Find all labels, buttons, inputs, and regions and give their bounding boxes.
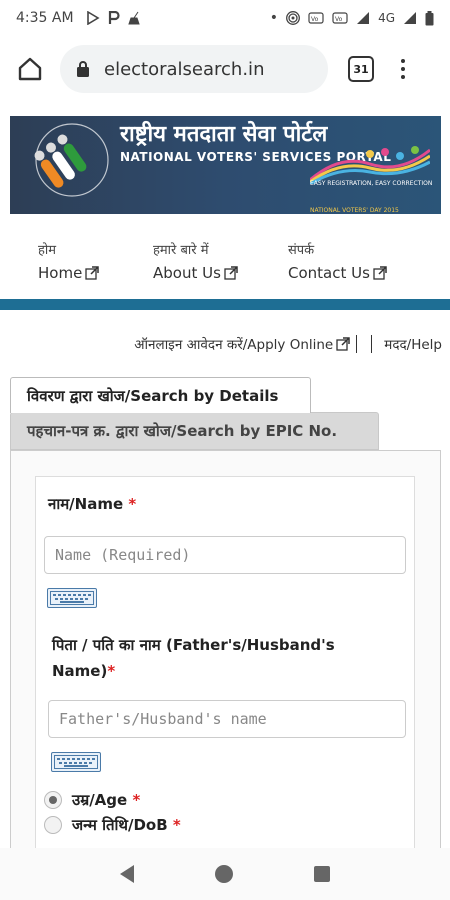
required-mark: *	[128, 495, 137, 513]
signal2-icon	[404, 12, 416, 24]
battery-icon	[425, 10, 434, 25]
name-label: नाम/Name *	[48, 495, 137, 513]
status-time: 4:35 AM	[16, 10, 74, 26]
menu-dot	[401, 67, 405, 71]
menu-dot	[401, 59, 405, 63]
age-option[interactable]: उम्र/Age *	[44, 790, 140, 810]
father-name-input[interactable]	[48, 700, 406, 738]
volte-icon: Vo	[308, 12, 324, 24]
apply-online-label: ऑनलाइन आवेदन करें/Apply Online	[134, 337, 334, 353]
status-notification-icons	[86, 11, 142, 25]
virtual-keyboard-button[interactable]	[51, 752, 101, 772]
nav-about-hindi: हमारे बारे में	[153, 243, 209, 258]
nav-home-label: Home	[38, 264, 83, 282]
status-system-icons: • Vo Vo 4G	[270, 10, 434, 26]
network-type: 4G	[378, 11, 395, 25]
tab-search-by-details[interactable]: विवरण द्वारा खोज/Search by Details	[10, 377, 311, 413]
nav-divider-bar	[0, 299, 450, 310]
age-label: उम्र/Age *	[72, 791, 141, 809]
nav-contact-label: Contact Us	[288, 264, 370, 282]
paytm-icon	[108, 11, 120, 24]
external-link-icon	[224, 266, 238, 280]
main-nav: होम Home हमारे बारे में About Us संपर्क …	[38, 240, 438, 282]
tab-search-by-epic[interactable]: पहचान-पत्र क्र. द्वारा खोज/Search by EPI…	[10, 412, 379, 450]
home-button[interactable]	[12, 51, 48, 87]
lock-icon	[77, 61, 89, 77]
people-graphic-icon	[310, 146, 430, 184]
nav-about-label: About Us	[153, 264, 221, 282]
keyboard-icon	[54, 755, 98, 769]
url-text: electoralsearch.in	[104, 58, 265, 80]
svg-text:Vo: Vo	[311, 16, 319, 23]
keyboard-icon	[50, 591, 94, 605]
recents-button[interactable]	[313, 866, 330, 882]
external-link-icon	[373, 266, 387, 280]
menu-dot	[401, 75, 405, 79]
banner-footer: NATIONAL VOTERS' DAY 2015	[310, 207, 399, 214]
help-link[interactable]: मदद/Help	[384, 335, 442, 353]
home-icon	[18, 57, 42, 81]
svg-text:Vo: Vo	[335, 16, 343, 23]
external-link-icon	[336, 337, 350, 351]
browser-toolbar: electoralsearch.in 31	[0, 36, 450, 102]
overflow-menu-button[interactable]	[398, 59, 408, 79]
portal-banner: राष्ट्रीय मतदाता सेवा पोर्टल NATIONAL VO…	[10, 116, 441, 214]
hotspot-icon	[286, 11, 301, 25]
home-circle-button[interactable]	[214, 865, 233, 883]
father-name-label: पिता / पति का नाम (Father's/Husband's Na…	[52, 636, 335, 680]
url-bar[interactable]: electoralsearch.in	[60, 45, 328, 93]
dot-icon: •	[269, 10, 279, 26]
broom-icon	[127, 11, 140, 25]
android-nav-bar	[0, 848, 450, 900]
apply-online-link[interactable]: ऑनलाइन आवेदन करें/Apply Online	[134, 335, 350, 353]
nav-item-about[interactable]: हमारे बारे में About Us	[153, 240, 268, 282]
divider	[356, 335, 358, 353]
election-logo-icon	[34, 123, 109, 197]
required-mark: *	[107, 662, 116, 680]
signal-icon	[357, 12, 370, 24]
divider	[371, 335, 373, 353]
status-bar: 4:35 AM • Vo Vo 4G	[0, 0, 450, 36]
banner-tagline: EASY REGISTRATION, EASY CORRECTION	[310, 180, 433, 187]
play-store-icon	[86, 11, 100, 25]
age-radio[interactable]	[44, 791, 62, 809]
nav-item-home[interactable]: होम Home	[38, 240, 153, 282]
nav-home-hindi: होम	[38, 243, 57, 258]
volte2-icon: Vo	[332, 12, 348, 24]
nav-contact-hindi: संपर्क	[288, 243, 315, 258]
quick-links: ऑनलाइन आवेदन करें/Apply Online मदद/Help	[134, 335, 442, 353]
virtual-keyboard-button[interactable]	[47, 588, 97, 608]
back-button[interactable]	[120, 865, 135, 883]
name-input[interactable]	[44, 536, 406, 574]
tab-switcher-button[interactable]: 31	[348, 56, 374, 82]
dob-radio[interactable]	[44, 816, 62, 834]
dob-option[interactable]: जन्म तिथि/DoB *	[44, 815, 181, 835]
banner-hindi-title: राष्ट्रीय मतदाता सेवा पोर्टल	[120, 122, 328, 147]
external-link-icon	[85, 266, 100, 280]
nav-item-contact[interactable]: संपर्क Contact Us	[288, 240, 403, 282]
dob-label: जन्म तिथि/DoB *	[72, 816, 181, 834]
